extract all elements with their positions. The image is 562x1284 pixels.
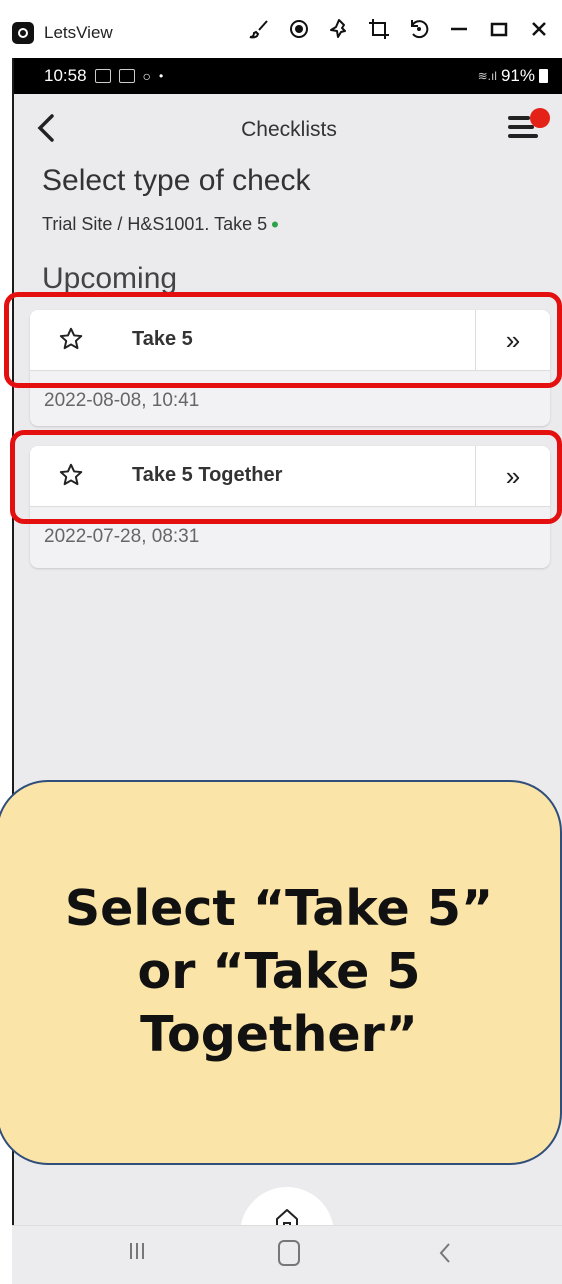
card-date: 2022-07-28, 08:31 [44, 526, 200, 547]
status-bar: 10:58 ○ • ≋.ıl 91% [14, 58, 562, 94]
notification-badge [530, 108, 550, 128]
notification-icon [118, 69, 135, 83]
breadcrumb: Trial Site / H&S1001. Take 5 • [42, 212, 279, 238]
highlight-box [4, 292, 562, 388]
battery-icon [539, 69, 548, 83]
nav-home-icon[interactable] [278, 1240, 300, 1266]
pin-icon[interactable] [326, 14, 352, 44]
notification-icon: ○ [142, 68, 152, 84]
card-date: 2022-08-08, 10:41 [44, 390, 200, 411]
android-navbar [12, 1225, 562, 1284]
minimize-icon[interactable] [446, 14, 472, 44]
close-icon[interactable] [526, 14, 552, 44]
menu-icon-bar [508, 125, 534, 129]
nav-back-icon[interactable] [438, 1238, 452, 1268]
rotate-icon[interactable] [406, 14, 432, 44]
letsview-logo-icon [12, 22, 34, 44]
header-title: Checklists [241, 118, 337, 141]
menu-button[interactable] [508, 108, 550, 146]
window-toolbar [246, 14, 552, 44]
window-titlebar: LetsView [0, 0, 562, 58]
notification-dot-icon: • [159, 69, 164, 83]
menu-icon [508, 116, 530, 120]
breadcrumb-text: Trial Site / H&S1001. Take 5 [42, 214, 268, 234]
callout-text: Select “Take 5” or “Take 5 Together” [64, 880, 494, 1063]
page-title: Select type of check [42, 164, 311, 197]
app-name: LetsView [44, 23, 113, 42]
highlight-box [10, 430, 562, 524]
maximize-icon[interactable] [486, 14, 512, 44]
app-header: Checklists [14, 94, 562, 164]
instruction-callout: Select “Take 5” or “Take 5 Together” [0, 780, 562, 1165]
battery-level: 91% [500, 66, 535, 85]
record-icon[interactable] [286, 14, 312, 44]
status-time: 10:58 [44, 66, 87, 85]
brush-icon[interactable] [246, 14, 272, 44]
notification-icon [94, 69, 111, 83]
wifi-signal-icon: ≋.ıl [477, 69, 497, 83]
crop-icon[interactable] [366, 14, 392, 44]
section-label-upcoming: Upcoming [42, 262, 178, 295]
status-dot: • [271, 212, 279, 237]
recent-apps-icon[interactable] [128, 1240, 146, 1262]
menu-icon-bar [508, 134, 538, 138]
